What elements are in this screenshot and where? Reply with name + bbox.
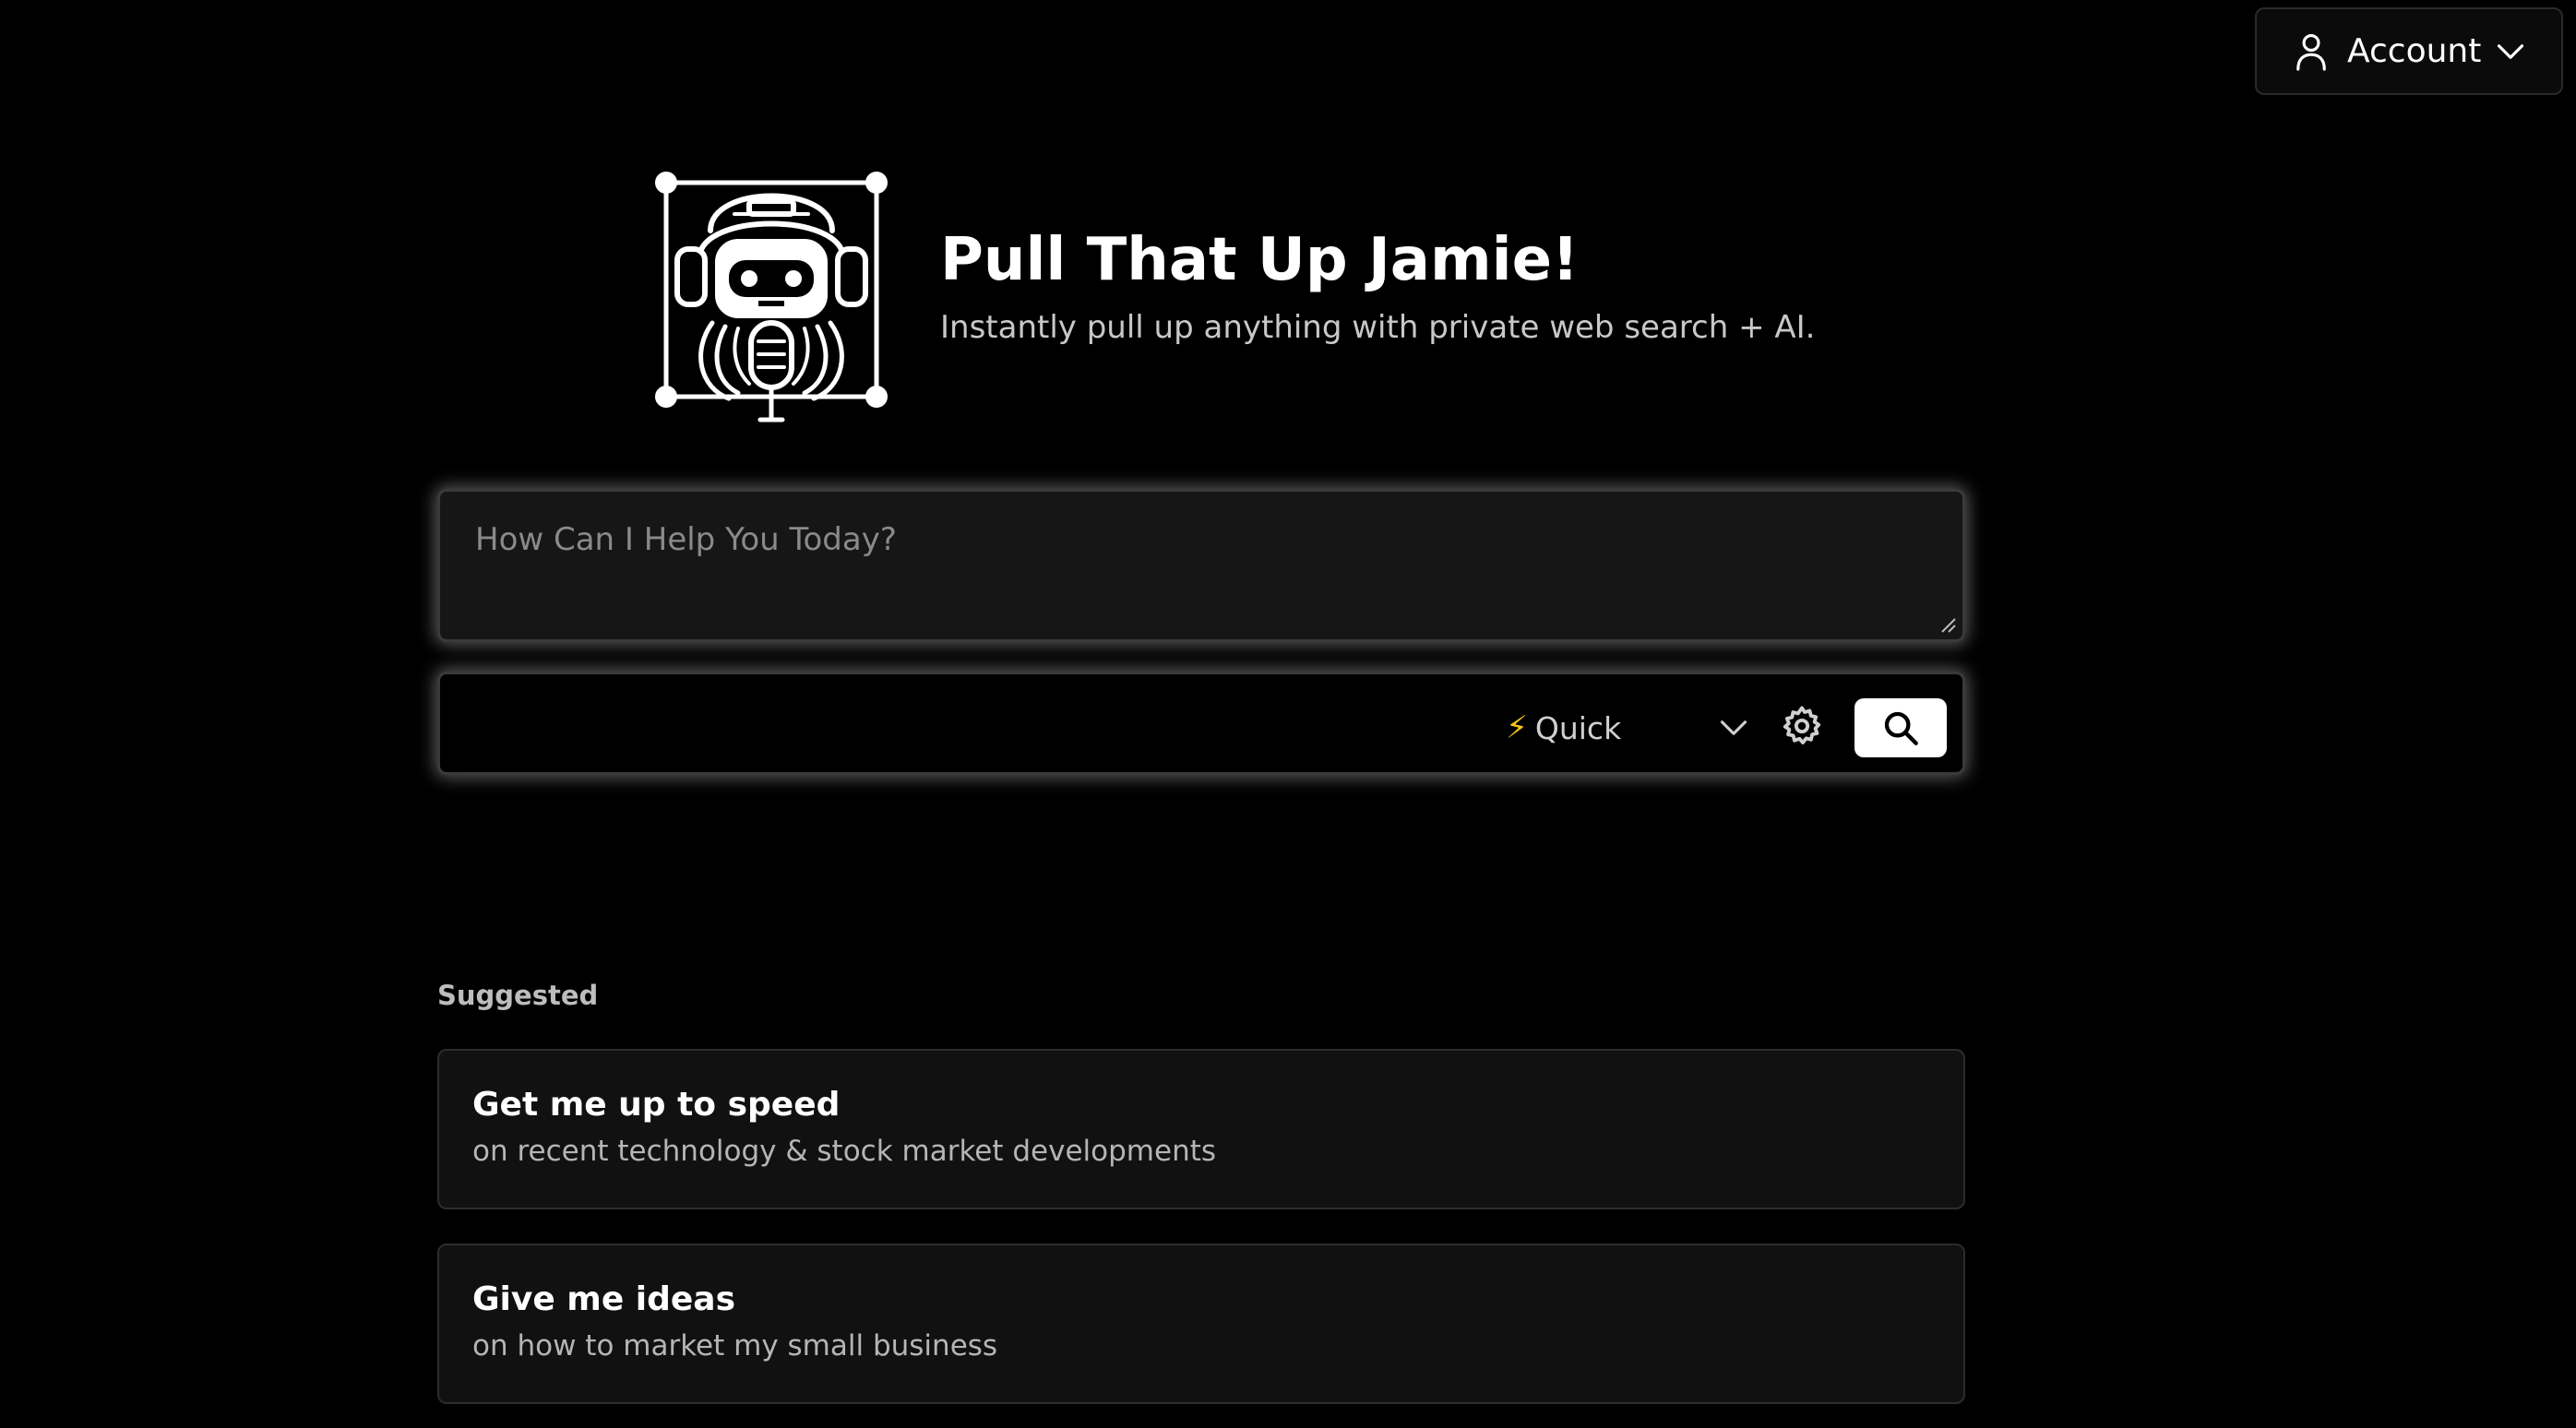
suggestion-title: Get me up to speed xyxy=(472,1086,841,1124)
suggested-heading: Suggested xyxy=(437,980,599,1011)
suggestion-title: Give me ideas xyxy=(472,1280,736,1318)
suggestion-card[interactable]: Give me ideas on how to market my small … xyxy=(437,1244,1965,1404)
robot-podcaster-logo xyxy=(655,172,888,422)
page-title: Pull That Up Jamie! xyxy=(940,226,1580,294)
page-subtitle: Instantly pull up anything with private … xyxy=(940,309,1816,346)
chevron-down-icon xyxy=(1720,720,1747,735)
suggestion-subtitle: on recent technology & stock market deve… xyxy=(472,1135,1217,1168)
mode-label: Quick xyxy=(1534,709,1622,746)
suggestion-card[interactable]: Get me up to speed on recent technology … xyxy=(437,1049,1965,1209)
query-input[interactable] xyxy=(473,519,1929,612)
lightning-bolt-icon: ⚡ xyxy=(1506,709,1528,746)
user-icon xyxy=(2296,33,2326,71)
account-label: Account xyxy=(2347,32,2482,70)
settings-gear-icon[interactable] xyxy=(1781,705,1823,747)
suggestion-subtitle: on how to market my small business xyxy=(472,1329,998,1363)
mode-select[interactable]: ⚡ Quick xyxy=(1506,705,1747,751)
search-icon xyxy=(1884,711,1918,745)
chevron-down-icon xyxy=(2497,43,2524,59)
search-button[interactable] xyxy=(1854,698,1947,757)
account-menu-button[interactable]: Account xyxy=(2255,7,2563,95)
resize-handle-icon[interactable] xyxy=(1938,615,1957,634)
query-input-container xyxy=(437,489,1965,642)
